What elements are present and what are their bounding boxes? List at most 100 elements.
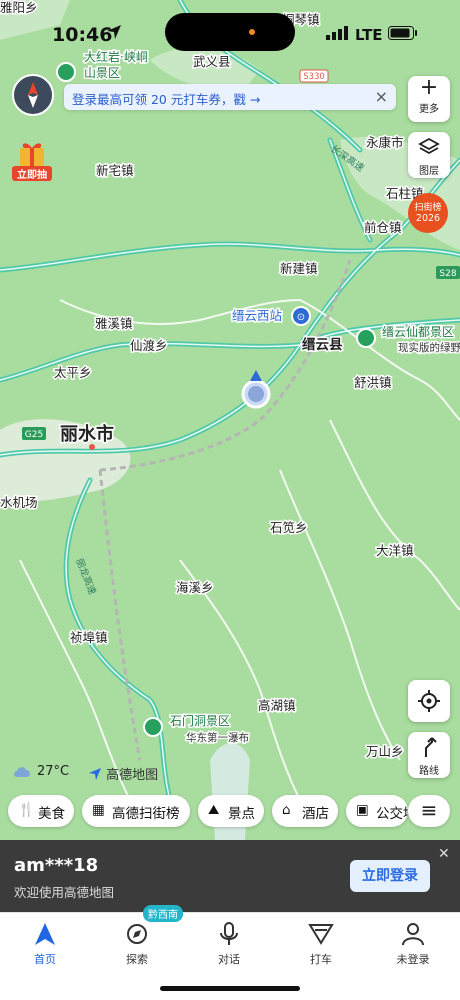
road-shield-g25: G25 [25,430,43,440]
chip-hotel[interactable]: ⌂ 酒店 [272,795,338,827]
chip-label: 景点 [228,806,255,822]
profile-icon [402,923,424,946]
tab-profile[interactable]: 未登录 [378,921,448,967]
label-shuhong: 舒洪镇 [354,375,392,390]
hot-badge-line2: 2026 [415,213,441,224]
scenic-icon-xiandu[interactable] [356,328,376,348]
tab-chat[interactable]: 对话 [194,921,264,967]
network-type: LTE [355,26,383,44]
scenic-name-3: 石门洞景区 [170,713,230,728]
menu-button[interactable]: ≡ [408,795,450,827]
more-label: 更多 [419,104,439,115]
fork-knife-icon: 🍴 [18,802,35,818]
weather-widget[interactable]: 27°C [12,764,69,782]
compass-icon [28,82,38,108]
home-arrow-icon [35,923,55,945]
home-indicator [160,986,300,991]
lucky-draw-button[interactable]: 立即抽 [12,138,52,182]
route-icon [425,737,437,757]
brand-mark: 高德地图 [88,764,158,783]
gift-label: 立即抽 [12,166,52,181]
chip-label: 公交地铁 [376,806,408,822]
locate-icon [418,690,440,712]
menu-icon: ≡ [420,798,438,822]
close-icon[interactable]: × [375,87,388,106]
scenic-icon: ⛰ [208,802,220,818]
label-taiping: 太平乡 [54,365,92,380]
mic-icon [220,922,238,945]
route-label: 路线 [419,766,439,777]
promo-banner[interactable]: 登录最高可领 20 元打车券，戳 → × [64,84,396,110]
chip-label: 酒店 [302,806,329,822]
tab-label: 探索 [126,953,148,966]
login-button[interactable]: 立即登录 [350,860,430,892]
location-arrow-icon [107,25,121,39]
city-dot [89,444,95,450]
label-haixi: 海溪乡 [176,580,214,595]
chip-food[interactable]: 🍴 美食 [8,795,74,827]
label-shijian: 石笕乡 [270,520,308,535]
username: am***18 [14,855,99,876]
train-station-icon: ⊙ [297,312,305,323]
chip-scenic[interactable]: ⛰ 景点 [198,795,264,827]
tab-home[interactable]: 首页 [10,921,80,967]
signal-icon [326,26,348,40]
tab-taxi[interactable]: 打车 [286,921,356,967]
cloud-icon [14,767,30,777]
tab-label: 首页 [34,953,56,966]
user-avatar-icon [248,386,264,402]
taxi-icon [308,924,334,945]
route-button[interactable]: 路线 [408,732,450,778]
temperature: 27°C [37,764,70,779]
layers-button[interactable]: 图层 [408,132,450,178]
login-prompt: am***18 欢迎使用高德地图 立即登录 ✕ [0,840,460,912]
street-rank-badge[interactable]: 扫街榜 2026 [408,193,448,233]
plus-icon: + [419,75,439,100]
road-shield-s28: S28 [439,269,456,279]
street-icon: ▦ [92,802,105,818]
brand-name: 高德地图 [106,768,159,783]
location-badge: 黔西南 [143,905,183,922]
gift-icon [20,143,44,166]
chip-label: 美食 [38,806,65,822]
battery-icon [388,26,417,40]
chip-bus[interactable]: ▣ 公交地铁 [346,795,408,827]
locate-button[interactable] [408,680,450,722]
layers-icon [418,137,440,155]
label-dayang: 大洋镇 [376,543,414,558]
tab-label: 对话 [218,953,240,966]
label-jinyun: 缙云县 [302,336,343,353]
tab-label: 未登录 [396,953,430,966]
label-zhenbu: 祯埠镇 [70,630,108,645]
road-shield-s330: S330 [303,72,325,82]
tab-explore[interactable]: 探索 [102,921,172,967]
label-yongkang: 永康市 [366,135,404,150]
compass-button[interactable] [12,74,54,116]
scenic-sub-3: 华东第一瀑布 [186,731,249,744]
label-gaohu: 高湖镇 [258,698,296,713]
hotel-icon: ⌂ [282,802,291,818]
scenic-icon-dahongyan[interactable] [56,62,76,82]
promo-text: 登录最高可领 20 元打车券，戳 → [72,92,261,107]
label-yaxi: 雅溪镇 [95,316,133,331]
scenic-icon-shimendong[interactable] [143,717,163,737]
label-wanshan: 万山乡 [366,744,404,759]
scenic-name-2: 缙云仙都景区 [382,325,454,339]
tab-label: 打车 [310,953,332,966]
chip-label: 高德扫街榜 [112,806,180,822]
close-icon[interactable]: ✕ [438,846,450,862]
dynamic-island [165,13,295,51]
amap-logo-icon [89,768,101,780]
welcome-text: 欢迎使用高德地图 [14,885,115,900]
label-lishui: 丽水市 [60,423,114,445]
status-time: 10:46 [52,24,113,46]
label-jinyun-west: 缙云西站 [232,308,282,323]
more-button[interactable]: + 更多 [408,76,450,122]
label-airport: 水机场 [0,495,38,510]
chip-street-rank[interactable]: ▦ 高德扫街榜 [82,795,190,827]
label-qiancang: 前仓镇 [364,220,402,235]
scenic-sub-2: 现实版的绿野 [398,341,460,354]
explore-icon [127,924,147,944]
hot-badge-line1: 扫街榜 [414,203,442,213]
status-bar: 10:46 LTE [0,0,460,60]
